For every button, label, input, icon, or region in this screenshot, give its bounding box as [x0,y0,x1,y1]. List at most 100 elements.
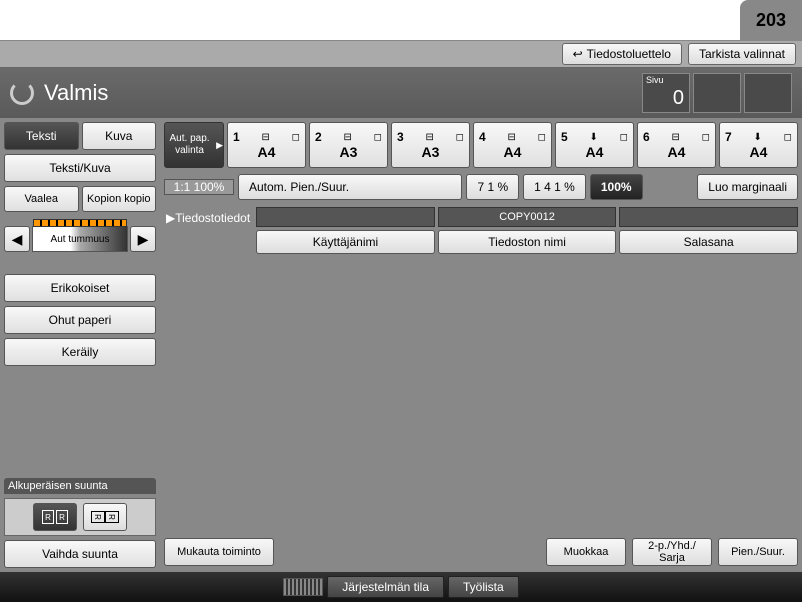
file-info-header: ▶Tiedostotiedot [164,207,252,229]
orientation-icon: ◻ [456,132,464,143]
tray-6[interactable]: 6 ⊟ ◻ A4 [637,122,716,168]
copy-of-copy-button[interactable]: Kopion kopio [82,186,157,212]
page-icon: R [91,511,105,523]
tray-number: 1 [233,130,240,144]
tray-size: A3 [422,144,440,160]
tray-size: A4 [668,144,686,160]
original-type-text-image[interactable]: Teksti/Kuva [4,154,156,182]
tray-level-icon: ⊟ [343,132,351,143]
job-list-button[interactable]: Työlista [448,576,519,598]
tray-1[interactable]: 1 ⊟ ◻ A4 [227,122,306,168]
page-icon: R [42,510,54,524]
tray-2[interactable]: 2 ⊟ ◻ A3 [309,122,388,168]
password-value [619,207,798,227]
orientation-icon: ◻ [784,132,792,143]
status-bar: Valmis Sivu 0 [0,68,802,118]
zoom-row: 1:1 100% Autom. Pien./Suur. 7 1 % 1 4 1 … [164,173,798,201]
file-info-row: ▶Tiedostotiedot COPY0012 Käyttäjänimi Ti… [164,207,798,254]
tray-5[interactable]: 5 ⬇ ◻ A4 [555,122,634,168]
filename-button[interactable]: Tiedoston nimi [438,230,617,254]
zoom-141-button[interactable]: 1 4 1 % [523,174,586,200]
orientation-icon: ◻ [292,132,300,143]
page-icon: R [105,511,119,523]
page-label: Sivu [646,75,664,85]
collate-button[interactable]: Keräily [4,338,156,366]
tray-number: 3 [397,130,404,144]
duplex-combine-series-button[interactable]: 2-p./Yhd./ Sarja [632,538,712,566]
tray-number: 5 [561,130,568,144]
tray-size: A4 [504,144,522,160]
original-type-text[interactable]: Teksti [4,122,79,150]
reduce-enlarge-button[interactable]: Pien./Suur. [718,538,798,566]
zoom-100-button[interactable]: 100% [590,174,643,200]
orientation-readable[interactable]: R R [33,503,77,531]
tray-3[interactable]: 3 ⊟ ◻ A3 [391,122,470,168]
orientation-icon: ◻ [374,132,382,143]
tray-size: A3 [340,144,358,160]
tray-number: 7 [725,130,732,144]
tray-level-icon: ⬇ [753,132,761,143]
orientation-header: Alkuperäisen suunta [4,478,156,494]
paper-tray-row: Aut. pap. valinta 1 ⊟ ◻ A4 2 ⊟ ◻ A3 3 ⊟ ◻ A3 4… [164,122,798,168]
create-margin-button[interactable]: Luo marginaali [697,174,798,200]
return-icon: ↩ [573,47,583,61]
username-value [256,207,435,227]
orientation-unreadable[interactable]: R R [83,503,127,531]
tray-level-icon: ⊟ [671,132,679,143]
customize-function-button[interactable]: Mukauta toiminto [164,538,274,566]
toner-level-icon [283,578,323,596]
tray-level-icon: ⬇ [589,132,597,143]
original-type-image[interactable]: Kuva [82,122,157,150]
password-button[interactable]: Salasana [619,230,798,254]
orientation-group: R R R R [4,498,156,536]
counter-cell-3 [744,73,792,113]
check-settings-button[interactable]: Tarkista valinnat [688,43,796,65]
orientation-icon: ◻ [702,132,710,143]
top-toolbar: ↩ Tiedostoluettelo Tarkista valinnat [0,40,802,68]
orientation-icon: ◻ [538,132,546,143]
current-ratio: 1:1 100% [164,179,234,195]
right-panel: Aut. pap. valinta 1 ⊟ ◻ A4 2 ⊟ ◻ A3 3 ⊟ ◻ A3 4… [160,118,802,572]
status-text: Valmis [44,80,642,106]
page-number-tab: 203 [740,0,802,40]
mixed-sizes-button[interactable]: Erikokoiset [4,274,156,302]
file-list-button[interactable]: ↩ Tiedostoluettelo [562,43,682,65]
page-icon: R [56,510,68,524]
page-counter: Sivu 0 [642,73,690,113]
tray-level-icon: ⊟ [507,132,515,143]
auto-density-display[interactable]: Aut tummuus [32,226,128,252]
density-scale-icon [33,219,127,227]
tray-number: 4 [479,130,486,144]
bottom-action-row: Mukauta toiminto Muokkaa 2-p./Yhd./ Sarj… [164,536,798,568]
tray-size: A4 [750,144,768,160]
tray-level-icon: ⊟ [425,132,433,143]
edit-button[interactable]: Muokkaa [546,538,626,566]
orientation-icon: ◻ [620,132,628,143]
tray-size: A4 [258,144,276,160]
spinner-icon [10,81,34,105]
tray-4[interactable]: 4 ⊟ ◻ A4 [473,122,552,168]
auto-density-label: Aut tummuus [51,234,110,245]
density-lighter-button[interactable]: ◀ [4,226,30,252]
tray-number: 6 [643,130,650,144]
tray-level-icon: ⊟ [261,132,269,143]
file-list-label: Tiedostoluettelo [587,47,671,61]
tray-number: 2 [315,130,322,144]
change-direction-button[interactable]: Vaihda suunta [4,540,156,568]
tray-size: A4 [586,144,604,160]
left-panel: Teksti Kuva Teksti/Kuva Vaalea Kopion ko… [0,118,160,572]
footer-bar: Järjestelmän tila Työlista [0,572,802,602]
tray-7[interactable]: 7 ⬇ ◻ A4 [719,122,798,168]
auto-paper-label: Aut. pap. valinta [165,133,214,157]
auto-reduce-enlarge-button[interactable]: Autom. Pien./Suur. [238,174,462,200]
light-button[interactable]: Vaalea [4,186,79,212]
density-darker-button[interactable]: ▶ [130,226,156,252]
page-value: 0 [673,87,684,110]
zoom-71-button[interactable]: 7 1 % [466,174,519,200]
filename-value: COPY0012 [438,207,617,227]
username-button[interactable]: Käyttäjänimi [256,230,435,254]
auto-paper-select[interactable]: Aut. pap. valinta [164,122,224,168]
system-status-button[interactable]: Järjestelmän tila [327,576,444,598]
thin-paper-button[interactable]: Ohut paperi [4,306,156,334]
counter-cell-2 [693,73,741,113]
